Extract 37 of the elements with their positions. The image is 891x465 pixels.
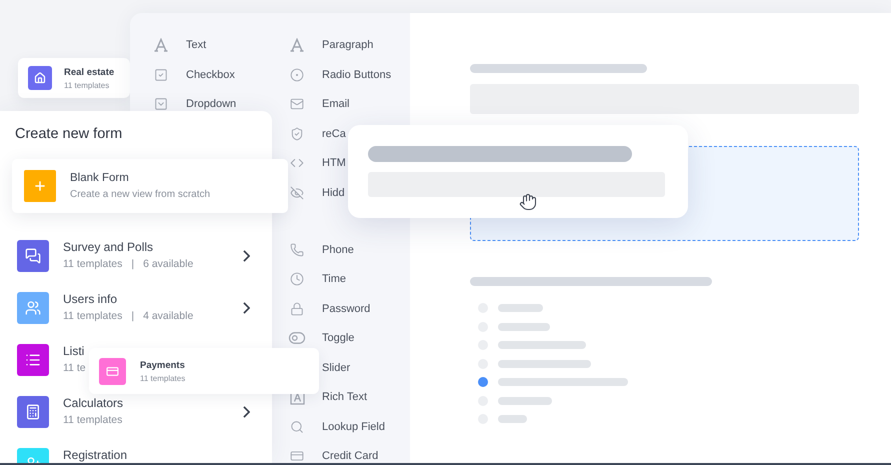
field-type-label: Rich Text	[322, 391, 368, 403]
separator: |	[131, 310, 134, 323]
field-type-label: Toggle	[322, 332, 354, 344]
category-title: Users info	[63, 292, 118, 306]
field-type-label: Dropdown	[186, 98, 236, 110]
panel-title: Create new form	[15, 126, 124, 142]
category-detail: 4 available	[143, 310, 194, 323]
field-type-label: HTM	[322, 157, 346, 169]
template-title: Payments	[140, 360, 186, 370]
field-type-label: Credit Card	[322, 450, 378, 462]
category-detail: 6 available	[143, 258, 194, 271]
field-type-label: Paragraph	[322, 39, 374, 51]
category-title: Registration	[63, 448, 128, 462]
field-type-label: Checkbox	[186, 68, 235, 80]
field-type-label: Phone	[322, 244, 354, 256]
template-title: Real estate	[64, 66, 114, 78]
field-type-label: Lookup Field	[322, 420, 385, 432]
category-title: Listi	[63, 344, 86, 358]
category-detail: 11 templates	[63, 310, 122, 323]
template-count: 11 templates	[64, 80, 110, 90]
blank-form-title: Blank Form	[70, 172, 130, 184]
category-detail: 11 templates	[63, 258, 122, 271]
category-title: Calculators	[63, 396, 124, 410]
category-title: Survey and Polls	[63, 240, 154, 254]
field-type-label: Radio Buttons	[322, 68, 392, 80]
separator: |	[131, 258, 134, 271]
template-count: 11 templates	[140, 374, 186, 382]
field-type-label: Hidd	[322, 186, 345, 198]
field-type-label: Email	[322, 98, 350, 110]
blank-form-subtitle: Create a new view from scratch	[70, 189, 210, 200]
field-type-label: Text	[186, 39, 206, 51]
category-detail: 11 te	[63, 362, 86, 375]
field-type-label: reCa	[322, 128, 346, 140]
field-type-label: Time	[322, 273, 346, 285]
field-type-label: Slider	[322, 362, 350, 374]
field-type-label: Password	[322, 302, 370, 314]
category-detail: 11 templates	[63, 414, 122, 427]
